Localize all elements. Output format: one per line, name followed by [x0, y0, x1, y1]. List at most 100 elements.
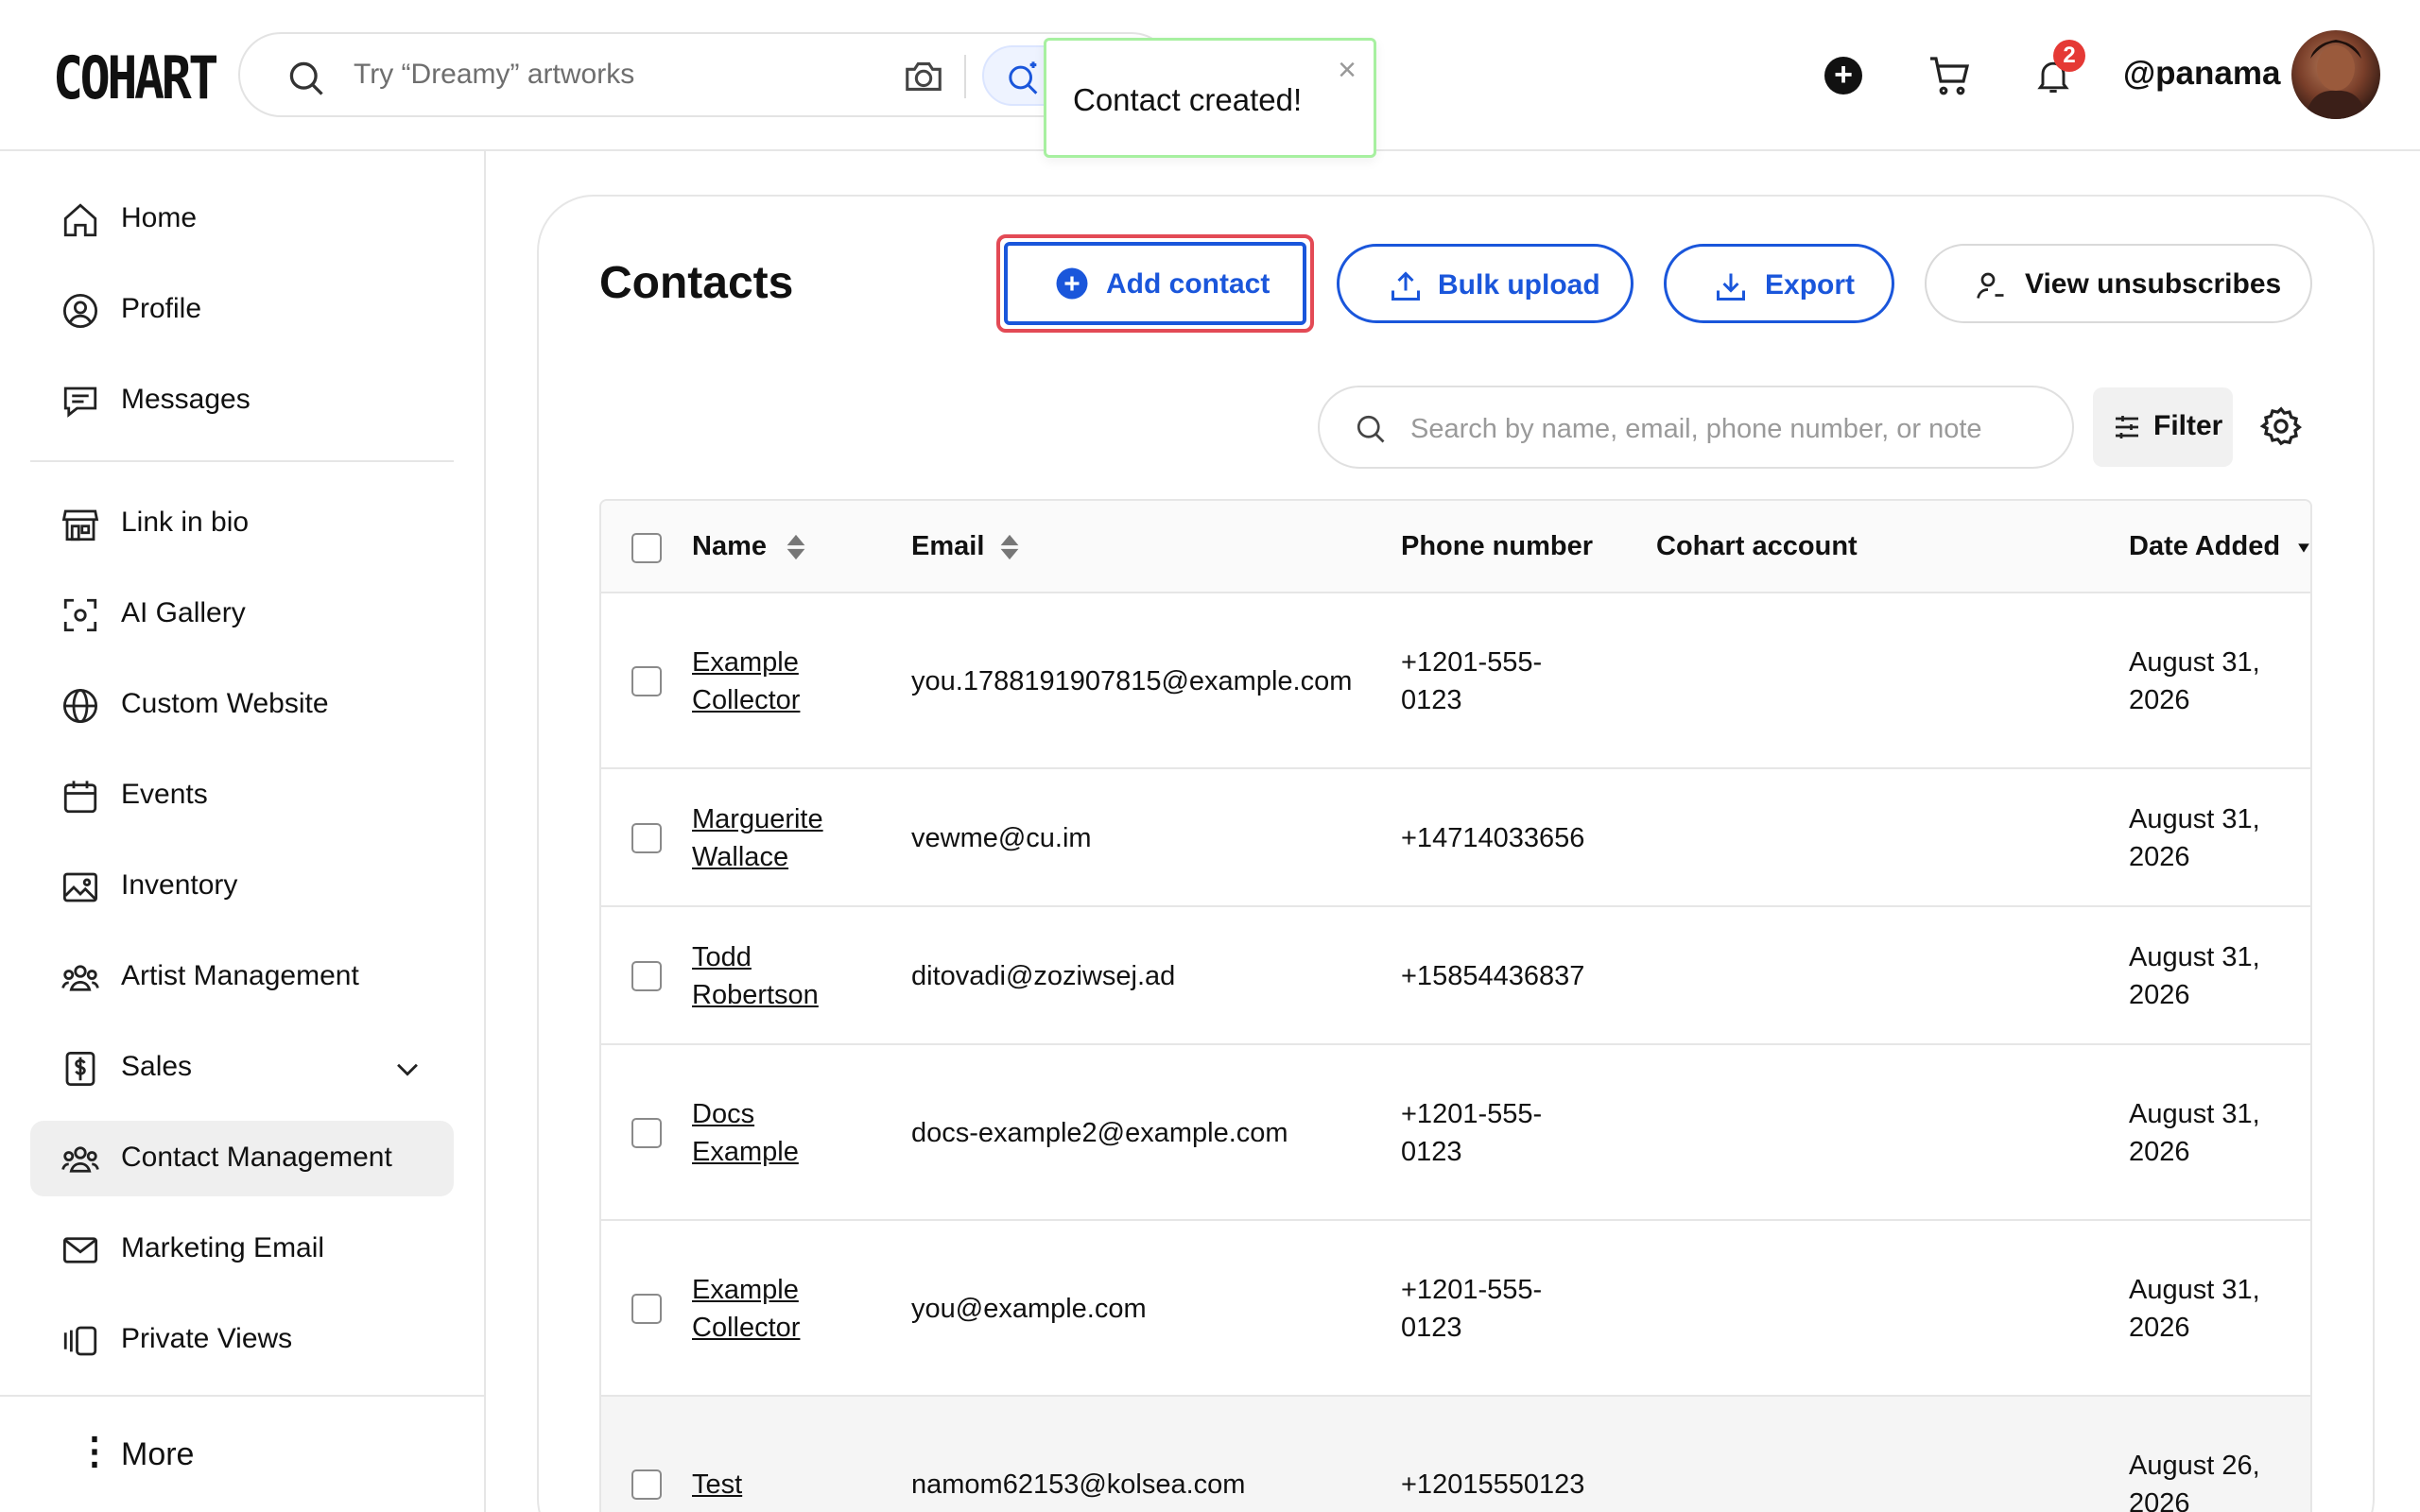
sidebar-item-home[interactable]: Home	[30, 181, 454, 257]
avatar-portrait	[2305, 40, 2367, 119]
contact-email: ditovadi@zoziwsej.ad	[911, 961, 1176, 991]
sidebar-item-profile[interactable]: Profile	[30, 272, 454, 348]
create-button[interactable]: +	[1824, 57, 1862, 94]
contact-name-link[interactable]: Todd Robertson	[692, 938, 843, 1014]
notification-badge: 2	[2053, 40, 2085, 72]
view-unsubscribes-button[interactable]: View unsubscribes	[1925, 244, 2312, 323]
contacts-table: Name Email Phone number Cohart account D…	[599, 499, 2312, 1512]
table-row[interactable]: Marguerite Wallace vewme@cu.im +14714033…	[601, 769, 2310, 907]
sidebar-item-link-in-bio[interactable]: Link in bio	[30, 486, 454, 561]
contacts-search-placeholder: Search by name, email, phone number, or …	[1410, 414, 1982, 444]
filter-button[interactable]: Filter	[2093, 387, 2233, 467]
table-row[interactable]: Test namom62153@kolsea.com +12015550123 …	[601, 1397, 2310, 1512]
sidebar-item-label: Messages	[121, 384, 251, 415]
sidebar-item-label: Artist Management	[121, 960, 359, 991]
contact-phone: +1201-555-0123	[1401, 1275, 1543, 1343]
scan-icon	[63, 598, 97, 632]
camera-icon[interactable]	[902, 55, 945, 98]
row-checkbox[interactable]	[631, 1469, 662, 1500]
mail-icon	[62, 1237, 98, 1263]
table-row[interactable]: Example Collector you@example.com +1201-…	[601, 1221, 2310, 1397]
contact-email: you@example.com	[911, 1294, 1147, 1324]
sidebar-item-marketing-email[interactable]: Marketing Email	[30, 1211, 454, 1287]
sidebar-item-custom-website[interactable]: Custom Website	[30, 667, 454, 743]
home-icon	[63, 203, 97, 237]
users-icon	[61, 1146, 99, 1173]
search-divider	[964, 55, 966, 98]
more-menu-button[interactable]: ⋮ More	[60, 1421, 250, 1487]
sidebar-item-messages[interactable]: Messages	[30, 363, 454, 438]
sidebar-item-label: Inventory	[121, 869, 238, 901]
row-checkbox[interactable]	[631, 666, 662, 696]
sidebar-item-private-views[interactable]: Private Views	[30, 1302, 454, 1378]
sort-icon[interactable]	[998, 533, 1021, 561]
add-contact-label: Add contact	[1106, 268, 1270, 300]
sidebar-item-inventory[interactable]: Inventory	[30, 849, 454, 924]
filter-label: Filter	[2153, 410, 2223, 441]
username-label[interactable]: @panama	[2123, 55, 2280, 93]
contact-name-link[interactable]: Example Collector	[692, 1271, 843, 1347]
ai-sparkle-search-icon	[1009, 61, 1038, 94]
contact-phone: +14714033656	[1401, 823, 1585, 853]
row-checkbox[interactable]	[631, 823, 662, 853]
table-row[interactable]: Todd Robertson ditovadi@zoziwsej.ad +158…	[601, 907, 2310, 1045]
contact-email: docs-example2@example.com	[911, 1118, 1288, 1148]
sidebar-item-sales[interactable]: Sales	[30, 1030, 454, 1106]
contact-phone: +15854436837	[1401, 961, 1585, 991]
select-all-checkbox[interactable]	[631, 533, 662, 563]
download-icon	[1717, 273, 1745, 301]
sidebar-item-contact-management[interactable]: Contact Management	[30, 1121, 454, 1196]
contact-name-link[interactable]: Docs Example	[692, 1095, 843, 1171]
sidebar-divider	[0, 1395, 486, 1397]
column-header-phone: Phone number	[1401, 531, 1594, 561]
cohart-logo[interactable]: COHART	[53, 43, 218, 112]
row-checkbox[interactable]	[631, 1294, 662, 1324]
avatar[interactable]	[2291, 30, 2380, 119]
column-header-date-added[interactable]: Date Added	[2129, 531, 2280, 562]
contact-phone: +1201-555-0123	[1401, 1099, 1543, 1167]
column-header-name[interactable]: Name	[692, 531, 767, 562]
chevron-down-icon[interactable]	[391, 1053, 424, 1085]
sort-icon[interactable]	[785, 533, 807, 561]
row-checkbox[interactable]	[631, 961, 662, 991]
table-row[interactable]: Example Collector you.1788191907815@exam…	[601, 593, 2310, 769]
contact-date-added: August 31, 2026	[2129, 647, 2260, 715]
toast-close-button[interactable]: ×	[1338, 54, 1357, 86]
add-contact-button[interactable]: Add contact	[1004, 242, 1306, 325]
contact-phone: +12015550123	[1401, 1469, 1585, 1500]
sidebar-item-ai-gallery[interactable]: AI Gallery	[30, 576, 454, 652]
bulk-upload-button[interactable]: Bulk upload	[1337, 244, 1634, 323]
plus-circle-icon	[1056, 267, 1088, 300]
page-title: Contacts	[599, 258, 794, 308]
contacts-search-input[interactable]: Search by name, email, phone number, or …	[1318, 386, 2074, 469]
sort-desc-icon[interactable]	[2297, 542, 2310, 554]
sidebar-divider	[30, 460, 454, 462]
view-unsubscribes-label: View unsubscribes	[2025, 268, 2282, 300]
contact-date-added: August 31, 2026	[2129, 1099, 2260, 1167]
cart-icon[interactable]	[1927, 53, 1972, 98]
global-search-bar[interactable]: Try “Dreamy” artworks	[238, 32, 1174, 117]
contact-email: vewme@cu.im	[911, 823, 1092, 853]
calendar-icon	[63, 781, 97, 814]
contact-name-link[interactable]: Marguerite Wallace	[692, 800, 843, 876]
table-row[interactable]: Docs Example docs-example2@example.com +…	[601, 1045, 2310, 1221]
toast-message: Contact created!	[1073, 82, 1303, 117]
row-checkbox[interactable]	[631, 1118, 662, 1148]
contact-date-added: August 31, 2026	[2129, 942, 2260, 1010]
user-minus-icon	[1977, 272, 2004, 299]
upload-icon	[1392, 271, 1420, 301]
contact-name-link[interactable]: Test	[692, 1466, 843, 1503]
dollar-icon	[65, 1051, 95, 1087]
sidebar-item-label: Home	[121, 202, 198, 233]
gear-icon[interactable]	[2259, 404, 2303, 448]
users-icon	[61, 965, 99, 991]
sidebar-item-label: Events	[121, 779, 208, 810]
contact-name-link[interactable]: Example Collector	[692, 644, 843, 719]
column-header-email[interactable]: Email	[911, 531, 984, 562]
contact-email: you.1788191907815@example.com	[911, 666, 1353, 696]
sidebar-item-label: Link in bio	[121, 507, 250, 538]
export-button[interactable]: Export	[1664, 244, 1894, 323]
sidebar-item-label: AI Gallery	[121, 597, 246, 628]
sidebar-item-events[interactable]: Events	[30, 758, 454, 833]
sidebar-item-artist-management[interactable]: Artist Management	[30, 939, 454, 1015]
